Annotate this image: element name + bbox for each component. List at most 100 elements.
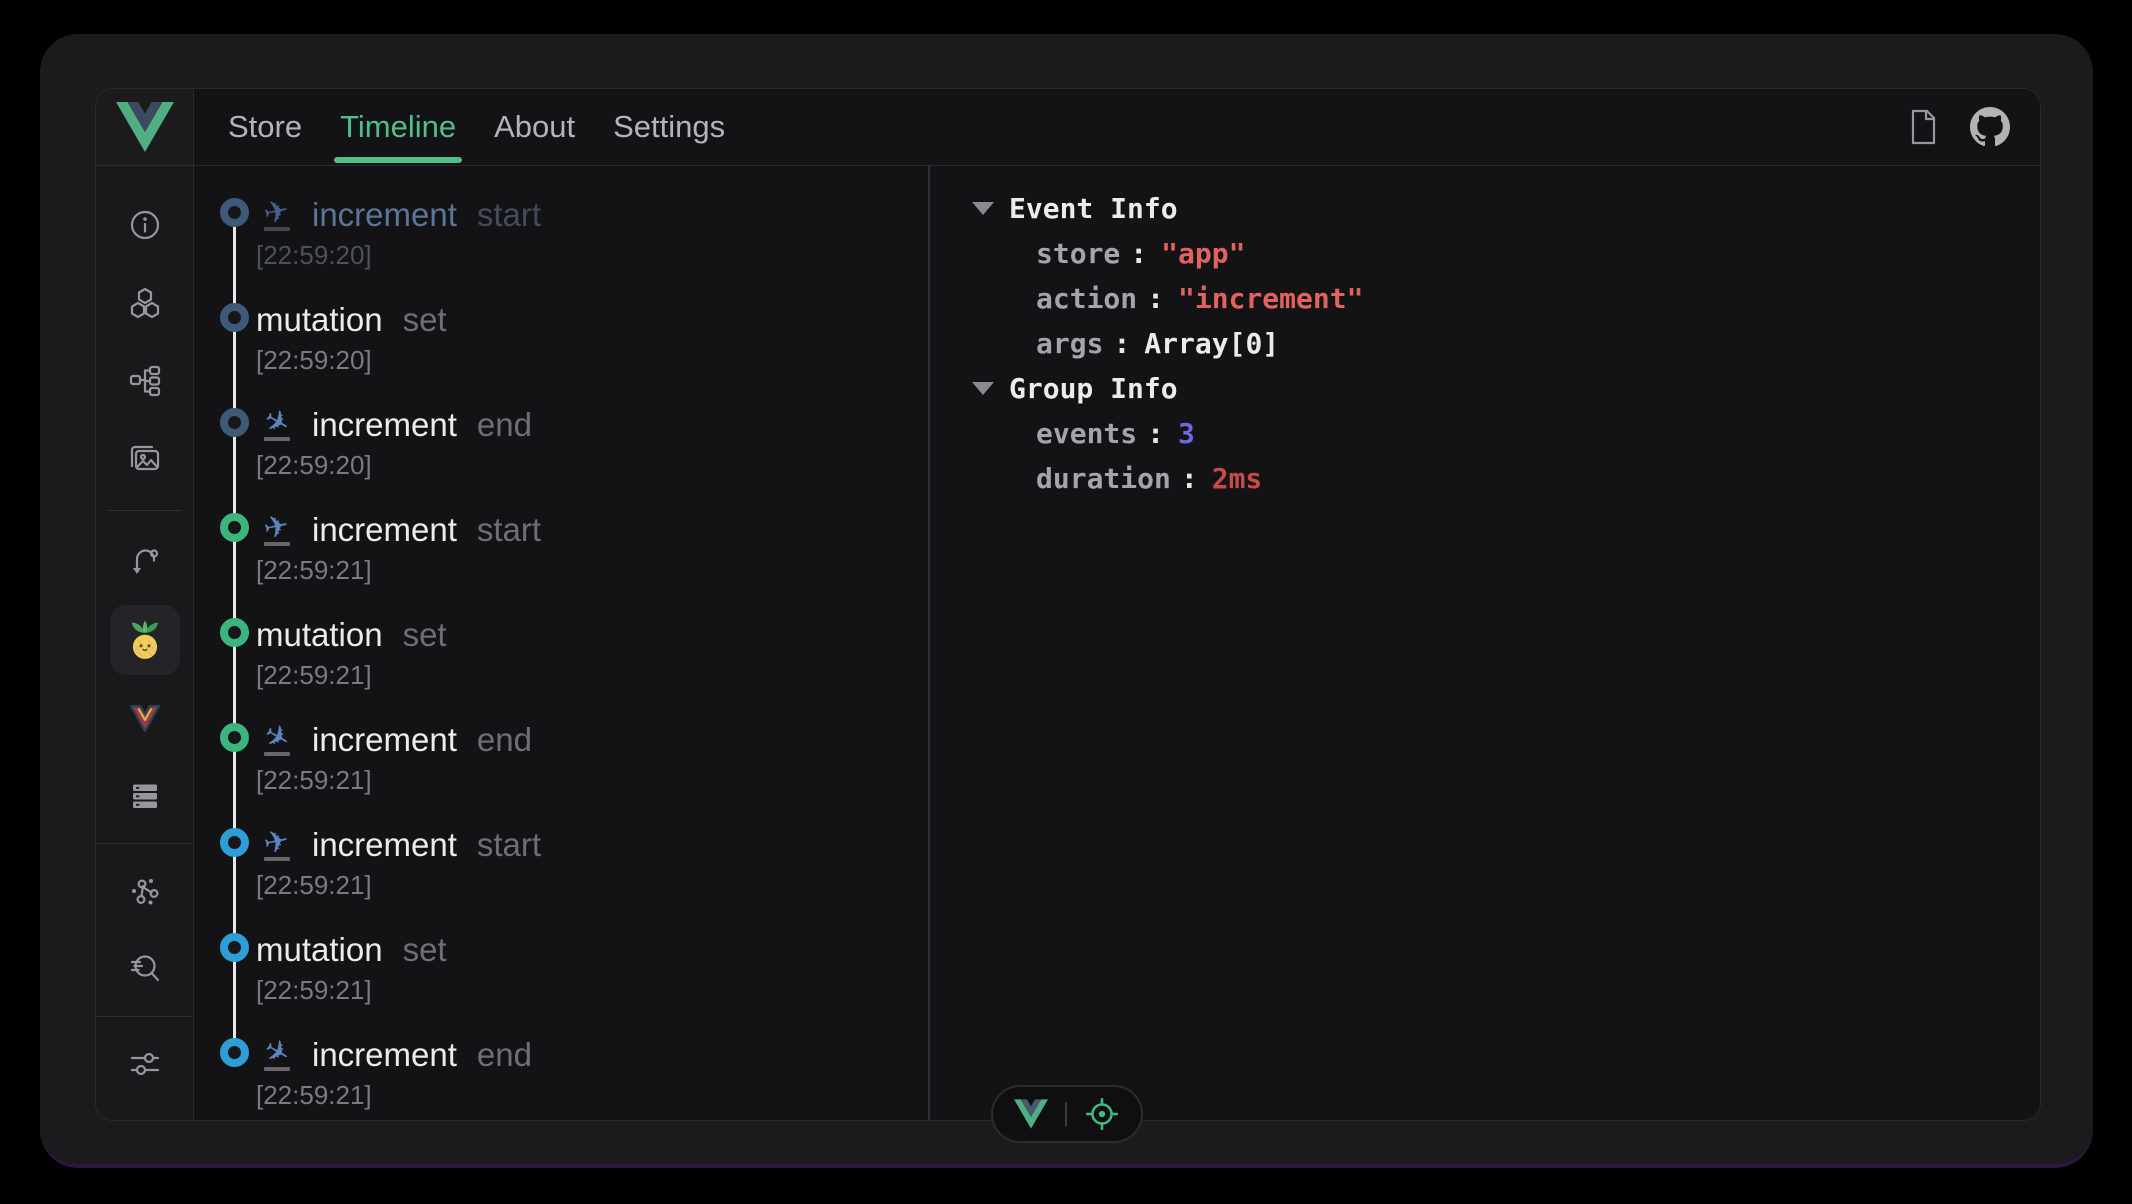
timeline-event[interactable]: mutation set [22:59:21] xyxy=(194,615,928,720)
event-subtitle: end xyxy=(477,1035,532,1075)
event-subtitle: end xyxy=(477,405,532,445)
info-icon xyxy=(128,208,162,242)
sidebar-item-assets[interactable] xyxy=(96,420,193,498)
vue-plugin-icon xyxy=(127,702,163,734)
nav-actions xyxy=(1906,89,2040,165)
tab-label: Settings xyxy=(613,109,725,145)
event-timestamp: [22:59:21] xyxy=(256,660,928,691)
plugin-sidebar xyxy=(96,166,194,1120)
timeline-event[interactable]: ✈ increment start [22:59:20] xyxy=(194,195,928,300)
tab-timeline[interactable]: Timeline xyxy=(334,89,462,165)
inspector-section-header[interactable]: Group Info xyxy=(972,366,2040,411)
airplane-glyph: ✈ xyxy=(262,197,292,230)
event-title-row: mutation set xyxy=(256,930,928,970)
event-title: increment xyxy=(312,405,457,445)
inspector-value: "app" xyxy=(1161,237,1245,270)
event-dot xyxy=(220,513,249,542)
event-subtitle: start xyxy=(477,825,541,865)
inspector-key: store xyxy=(1036,237,1120,270)
collapse-triangle-icon xyxy=(972,202,994,215)
collapse-triangle-icon xyxy=(972,382,994,395)
sidebar-item-layers[interactable] xyxy=(96,757,193,835)
event-title: increment xyxy=(312,195,457,235)
event-dot xyxy=(220,723,249,752)
inspector-section: Group Info events : 3 duration : 2ms xyxy=(972,366,2040,501)
event-dot xyxy=(220,198,249,227)
devtools-toggle-button[interactable] xyxy=(1014,1099,1048,1129)
event-title-row: ✈ increment end xyxy=(256,1035,928,1075)
sidebar-divider xyxy=(96,1016,193,1017)
timeline-event[interactable]: mutation set [22:59:21] xyxy=(194,930,928,1035)
timeline-event[interactable]: ✈ increment start [22:59:21] xyxy=(194,510,928,615)
event-title-row: mutation set xyxy=(256,615,928,655)
inspector-colon: : xyxy=(1147,282,1164,315)
tab-settings[interactable]: Settings xyxy=(607,89,731,165)
airplane-glyph: ✈ xyxy=(262,827,292,860)
event-timestamp: [22:59:20] xyxy=(256,345,928,376)
inspector-section-title: Event Info xyxy=(1009,192,1178,225)
github-button[interactable] xyxy=(1970,107,2010,147)
docs-button[interactable] xyxy=(1906,109,1940,145)
inspector-section-header[interactable]: Event Info xyxy=(972,186,2040,231)
inspector-key: events xyxy=(1036,417,1137,450)
inspector-section-title: Group Info xyxy=(1009,372,1178,405)
page-background-card: Store Timeline About Settings xyxy=(40,34,2093,1168)
timeline-event[interactable]: mutation set [22:59:20] xyxy=(194,300,928,405)
timeline-event[interactable]: ✈ increment end [22:59:21] xyxy=(194,1035,928,1120)
event-timestamp: [22:59:21] xyxy=(256,1080,928,1111)
sidebar-item-info[interactable] xyxy=(96,186,193,264)
sidebar-item-vue-plugin[interactable] xyxy=(96,679,193,757)
inspector-key: duration xyxy=(1036,462,1171,495)
timeline-event[interactable]: ✈ increment start [22:59:21] xyxy=(194,825,928,930)
tab-about[interactable]: About xyxy=(488,89,581,165)
sidebar-item-router[interactable] xyxy=(96,523,193,601)
timeline-content: ✈ increment start [22:59:20] mutation se… xyxy=(194,166,2040,1120)
timeline-event[interactable]: ✈ increment end [22:59:21] xyxy=(194,720,928,825)
inspector-value: 3 xyxy=(1178,417,1195,450)
github-icon xyxy=(1970,107,2010,147)
timeline-event[interactable]: ✈ increment end [22:59:20] xyxy=(194,405,928,510)
event-subtitle: set xyxy=(403,615,447,655)
airplane-glyph: ✈ xyxy=(262,512,292,545)
components-icon xyxy=(128,286,162,320)
sidebar-item-settings[interactable] xyxy=(96,1025,193,1103)
event-subtitle: set xyxy=(403,300,447,340)
event-title: increment xyxy=(312,825,457,865)
sidebar-item-graph[interactable] xyxy=(96,852,193,930)
event-dot xyxy=(220,828,249,857)
event-title-row: ✈ increment start xyxy=(256,825,928,865)
event-dot xyxy=(220,933,249,962)
sidebar-item-pinia[interactable] xyxy=(96,601,193,679)
router-icon xyxy=(128,545,162,579)
inspect-target-icon xyxy=(1084,1096,1120,1132)
event-title: mutation xyxy=(256,930,383,970)
browser-viewport: Store Timeline About Settings xyxy=(0,0,2132,1204)
document-icon xyxy=(1906,109,1940,145)
timeline-event-list: ✈ increment start [22:59:20] mutation se… xyxy=(194,166,930,1120)
airplane-landing-icon: ✈ xyxy=(256,1039,298,1071)
inspector-colon: : xyxy=(1130,237,1147,270)
sidebar-item-inspect-search[interactable] xyxy=(96,930,193,1008)
event-title-row: mutation set xyxy=(256,300,928,340)
inspector-colon: : xyxy=(1181,462,1198,495)
inspector-section: Event Info store : "app" action : "incre… xyxy=(972,186,2040,366)
inspector-value: 2ms xyxy=(1212,462,1263,495)
airplane-takeoff-icon: ✈ xyxy=(256,514,298,546)
inspector-key: action xyxy=(1036,282,1137,315)
event-dot xyxy=(220,408,249,437)
inspect-element-button[interactable] xyxy=(1084,1096,1120,1132)
top-navbar: Store Timeline About Settings xyxy=(194,89,2040,166)
event-timestamp: [22:59:21] xyxy=(256,870,928,901)
vue-devtools-panel: Store Timeline About Settings xyxy=(95,88,2041,1121)
inspector-row: action : "increment" xyxy=(972,276,2040,321)
tab-store[interactable]: Store xyxy=(222,89,308,165)
sidebar-divider xyxy=(108,510,182,511)
event-inspector: Event Info store : "app" action : "incre… xyxy=(930,166,2040,1120)
airplane-landing-icon: ✈ xyxy=(256,409,298,441)
inspector-colon: : xyxy=(1147,417,1164,450)
event-title-row: ✈ increment end xyxy=(256,720,928,760)
sidebar-item-component-tree[interactable] xyxy=(96,342,193,420)
event-title: increment xyxy=(312,720,457,760)
sidebar-item-components[interactable] xyxy=(96,264,193,342)
airplane-glyph: ✈ xyxy=(259,1035,295,1072)
